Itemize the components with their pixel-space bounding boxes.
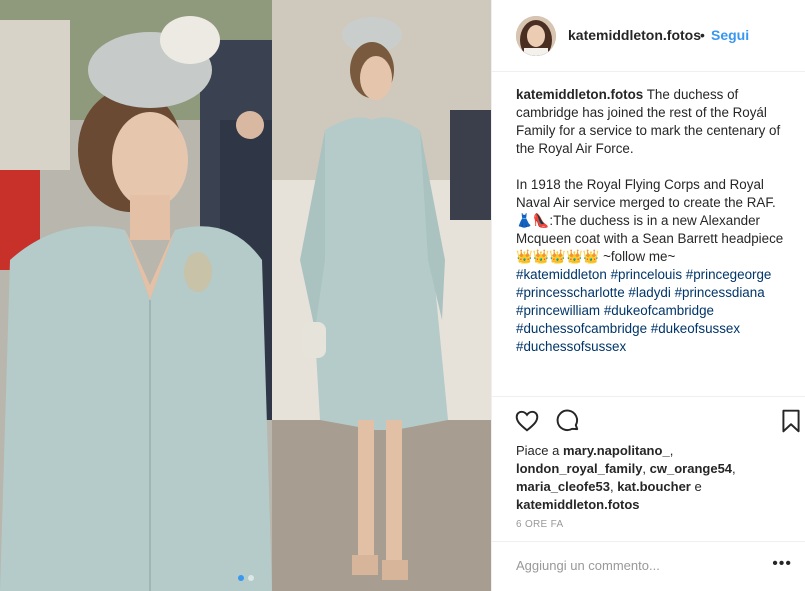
like-user[interactable]: maria_cleofe53 — [516, 479, 610, 494]
photo-illustration — [0, 0, 491, 591]
hashtag-link[interactable]: #princessdiana — [675, 285, 765, 300]
hashtag-link[interactable]: #katemiddleton — [516, 267, 607, 282]
hashtag-link[interactable]: #ladydi — [628, 285, 670, 300]
comment-input[interactable] — [516, 558, 766, 573]
caption-paragraph: katemiddleton.fotos The duchess of cambr… — [516, 86, 798, 158]
post-header: katemiddleton.fotos • Segui — [492, 0, 805, 72]
carousel-dot — [247, 575, 254, 581]
comment-icon[interactable] — [555, 408, 581, 434]
post-caption: katemiddleton.fotos The duchess of cambr… — [516, 86, 798, 356]
follow-button[interactable]: Segui — [711, 27, 749, 43]
post-photo[interactable] — [0, 0, 491, 591]
like-user[interactable]: katemiddleton.fotos — [516, 497, 640, 512]
caption-hashtags: #katemiddleton #princelouis #princegeorg… — [516, 266, 798, 356]
caption-username[interactable]: katemiddleton.fotos — [516, 87, 643, 102]
like-user[interactable]: cw_orange54 — [650, 461, 732, 476]
bookmark-icon[interactable] — [778, 408, 804, 434]
post-actions — [492, 396, 805, 442]
like-user[interactable]: mary.napolitano_ — [563, 443, 670, 458]
hashtag-link[interactable]: #dukeofcambridge — [604, 303, 714, 318]
hashtag-link[interactable]: #dukeofsussex — [651, 321, 740, 336]
like-user[interactable]: kat.boucher — [617, 479, 691, 494]
like-user[interactable]: london_royal_family — [516, 461, 642, 476]
post-sidebar: katemiddleton.fotos • Segui katemiddleto… — [491, 0, 805, 591]
comment-bar: ••• — [492, 541, 805, 591]
likes-summary: Piace a mary.napolitano_, london_royal_f… — [516, 443, 736, 512]
header-separator: • — [700, 27, 705, 43]
hashtag-link[interactable]: #princelouis — [611, 267, 682, 282]
hashtag-link[interactable]: #duchessofcambridge — [516, 321, 647, 336]
caption-text-4: 👑👑👑👑👑 ~follow me~ — [516, 249, 676, 264]
hashtag-link[interactable]: #princegeorge — [686, 267, 772, 282]
hashtag-link[interactable]: #princesscharlotte — [516, 285, 625, 300]
likes-conjunction: e — [694, 479, 702, 494]
post-timestamp[interactable]: 6 ORE FA — [516, 519, 563, 530]
heart-icon[interactable] — [514, 408, 540, 434]
carousel-indicator — [0, 575, 491, 581]
avatar[interactable] — [516, 16, 556, 56]
post-username[interactable]: katemiddleton.fotos — [568, 27, 701, 43]
hashtag-link[interactable]: #duchessofsussex — [516, 339, 626, 354]
caption-text-3: 👗👠:The duchess is in a new Alexander Mcq… — [516, 213, 784, 246]
carousel-dot-active — [237, 575, 244, 581]
likes-prefix: Piace a — [516, 443, 560, 458]
caption-text-2: In 1918 the Royal Flying Corps and Royal… — [516, 177, 776, 210]
hashtag-link[interactable]: #princewilliam — [516, 303, 600, 318]
ellipsis-icon[interactable]: ••• — [772, 556, 792, 572]
